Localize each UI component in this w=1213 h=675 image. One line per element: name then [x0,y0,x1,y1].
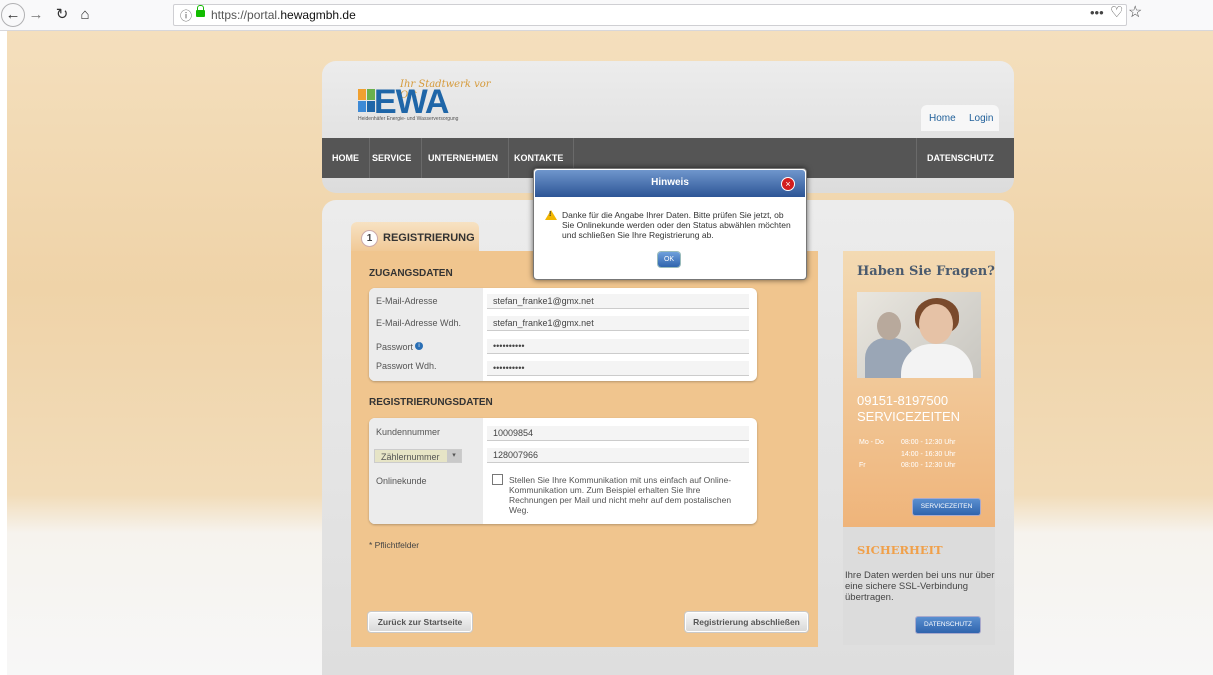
step-number: 1 [361,230,378,247]
online-customer-label: Onlinekunde [376,476,427,486]
step-tab: 1 REGISTRIERUNG [351,222,479,252]
finish-registration-button[interactable]: Registrierung abschließen [685,612,808,632]
help-title: Haben Sie Fragen? [857,264,995,279]
step-label: REGISTRIERUNG [383,232,475,244]
close-icon[interactable]: × [781,177,795,191]
url-text: https://portal.hewagmbh.de [211,8,356,22]
hours-time: 08:00 - 12:30 Uhr [901,439,956,446]
dialog-header: Hinweis × [535,170,805,197]
warning-icon: ! [545,210,557,220]
nav-datenschutz[interactable]: DATENSCHUTZ [916,138,1004,178]
bookmark-star-icon[interactable]: ☆ [1128,2,1142,22]
password-info-icon[interactable]: i [415,342,424,350]
email-repeat-label: E-Mail-Adresse Wdh. [376,318,462,328]
password-repeat-input[interactable]: •••••••••• [487,361,749,376]
home-icon[interactable]: ⌂ [75,5,95,25]
browser-toolbar: ← → ↻ ⌂ ⓘ https://portal.hewagmbh.de •••… [0,0,1213,31]
dialog-title: Hinweis [651,177,689,188]
lock-icon [196,5,205,17]
service-hours-title: SERVICEZEITEN [857,409,961,424]
page-actions-icon[interactable]: ••• [1090,5,1104,20]
dialog-message: Danke für die Angabe Ihrer Daten. Bitte … [562,210,791,240]
required-note: * Pflichtfelder [369,540,420,550]
address-bar[interactable]: ⓘ https://portal.hewagmbh.de [173,4,1127,26]
notice-dialog: Hinweis × ! Danke für die Angabe Ihrer D… [533,168,807,280]
pocket-icon[interactable]: ♡ [1110,3,1123,21]
customer-number-label: Kundennummer [376,427,441,437]
email-input[interactable]: stefan_franke1@gmx.net [487,294,749,309]
chevron-down-icon: ▾ [447,450,461,462]
meter-type-select[interactable]: Zählernummer ▾ [374,449,462,463]
support-agent-photo [857,292,981,378]
password-label: Passwort i [376,342,424,352]
online-customer-description: Stellen Sie Ihre Kommunikation mit uns e… [509,475,732,515]
service-hours-button[interactable]: SERVICEZEITEN [913,499,980,515]
online-customer-checkbox[interactable] [492,474,503,485]
hours-day: Mo - Do [859,439,884,446]
meter-number-input[interactable]: 128007966 [487,448,749,463]
registration-section-title: REGISTRIERUNGSDATEN [369,397,493,408]
ok-button[interactable]: OK [658,252,680,267]
email-repeat-input[interactable]: stefan_franke1@gmx.net [487,316,749,331]
info-icon[interactable]: ⓘ [180,7,192,24]
hewa-logo[interactable]: Ihr Stadtwerk vor Ort EWA Heidenhäfer En… [358,79,498,127]
security-title: SICHERHEIT [857,543,943,557]
hours-time: 08:00 - 12:30 Uhr [901,462,956,469]
top-link-home[interactable]: Home [929,113,956,124]
access-section-title: ZUGANGSDATEN [369,268,453,279]
top-link-login[interactable]: Login [969,113,993,124]
hours-time: 14:00 - 16:30 Uhr [901,451,956,458]
password-input[interactable]: •••••••••• [487,339,749,354]
security-text: Ihre Daten werden bei uns nur über eine … [845,570,995,603]
back-arrow-icon[interactable]: ← [1,3,25,27]
hours-day: Fr [859,462,866,469]
nav-service[interactable]: SERVICE [362,138,423,178]
back-to-home-button[interactable]: Zurück zur Startseite [368,612,472,632]
nav-unternehmen[interactable]: UNTERNEHMEN [418,138,510,178]
password-repeat-label: Passwort Wdh. [376,361,437,371]
email-label: E-Mail-Adresse [376,296,438,306]
forward-arrow-icon[interactable]: → [26,5,46,25]
privacy-button[interactable]: DATENSCHUTZ [916,617,980,633]
reload-icon[interactable]: ↻ [52,5,72,25]
customer-number-input[interactable]: 10009854 [487,426,749,441]
top-links: Home Login [921,105,999,131]
phone-number: 09151-8197500 [857,393,949,408]
